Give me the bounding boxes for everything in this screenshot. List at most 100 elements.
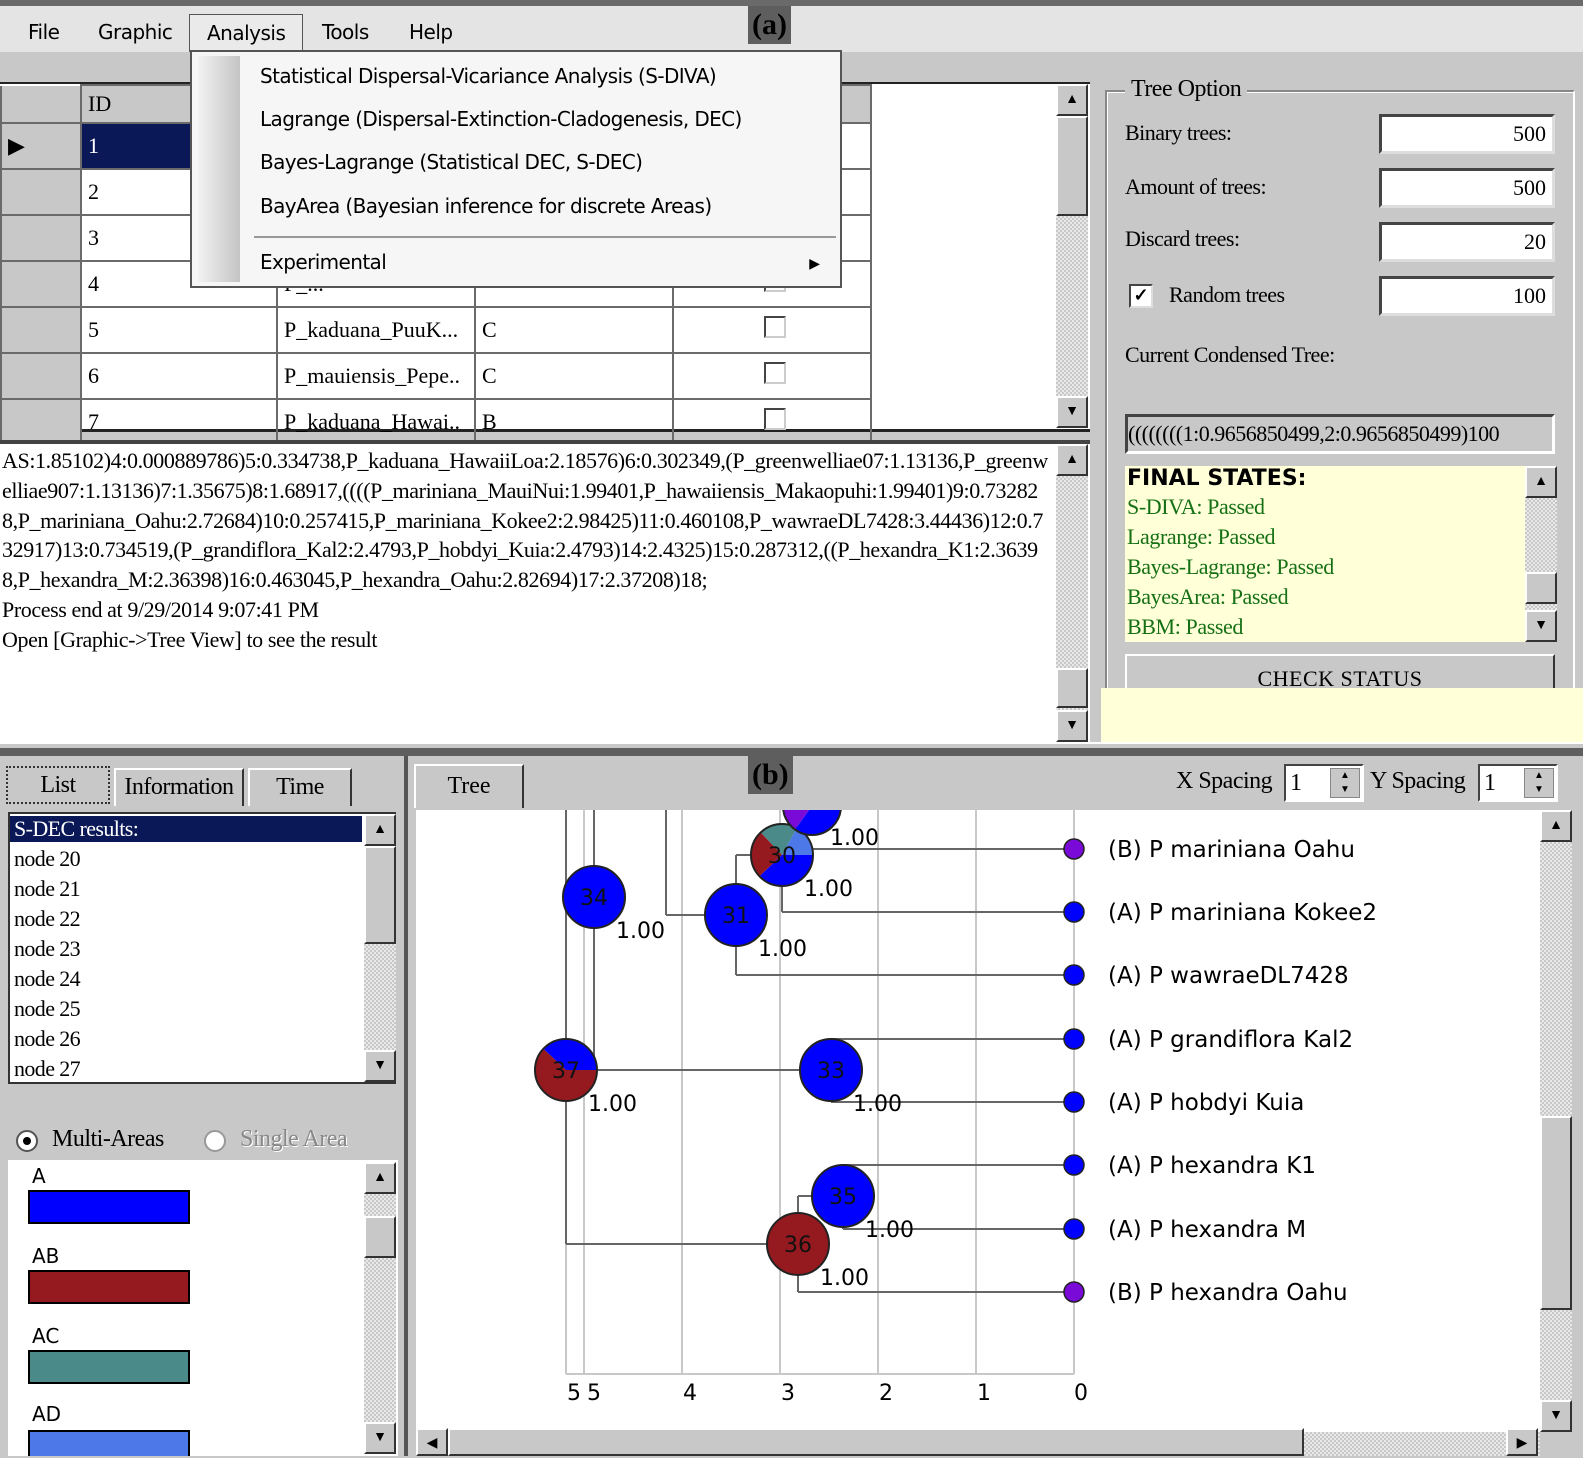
y-spacing-value[interactable]: 1 bbox=[1484, 770, 1496, 796]
table-row[interactable]: 5 P_kaduana_PuuK... C bbox=[0, 306, 872, 354]
legend-swatch[interactable] bbox=[28, 1430, 190, 1456]
scroll-thumb[interactable] bbox=[1056, 668, 1088, 708]
list-item[interactable]: node 25 bbox=[14, 996, 81, 1022]
tab-list[interactable]: List bbox=[6, 766, 110, 804]
node-id-label: 30 bbox=[768, 844, 796, 869]
scroll-down-icon[interactable]: ▼ bbox=[1056, 710, 1088, 742]
scroll-thumb[interactable] bbox=[364, 846, 396, 944]
grid-vertical-scrollbar[interactable]: ▲ ▼ bbox=[1056, 84, 1088, 428]
menu-help[interactable]: Help bbox=[409, 20, 453, 44]
menu-file[interactable]: File bbox=[28, 20, 60, 44]
legend-swatch[interactable] bbox=[28, 1190, 190, 1224]
list-item[interactable]: node 26 bbox=[14, 1026, 81, 1052]
legend-vertical-scrollbar[interactable]: ▲ ▼ bbox=[364, 1162, 396, 1454]
discard-trees-input[interactable]: 20 bbox=[1379, 222, 1555, 262]
tip-marker bbox=[1063, 1091, 1085, 1113]
list-item[interactable]: node 27 bbox=[14, 1056, 81, 1082]
cell-check[interactable] bbox=[672, 306, 872, 354]
row-checkbox[interactable] bbox=[764, 316, 786, 338]
x-spacing-value[interactable]: 1 bbox=[1290, 770, 1302, 796]
list-vertical-scrollbar[interactable]: ▲ ▼ bbox=[364, 814, 396, 1082]
list-item-header[interactable]: S-DEC results: bbox=[10, 816, 362, 842]
scroll-up-icon[interactable]: ▲ bbox=[1540, 810, 1572, 842]
scroll-down-icon[interactable]: ▼ bbox=[364, 1422, 396, 1454]
spinner-arrows-icon[interactable]: ▲ ▼ bbox=[1524, 768, 1554, 798]
tab-tree[interactable]: Tree bbox=[414, 764, 524, 808]
scroll-up-icon[interactable]: ▲ bbox=[1525, 466, 1557, 498]
single-area-radio[interactable] bbox=[204, 1130, 226, 1152]
log-vertical-scrollbar[interactable]: ▲ ▼ bbox=[1056, 444, 1088, 742]
scroll-left-icon[interactable]: ◀ bbox=[416, 1428, 448, 1456]
tree-horizontal-scrollbar[interactable]: ◀ ▶ bbox=[416, 1428, 1540, 1456]
row-checkbox[interactable] bbox=[764, 408, 786, 430]
scroll-up-icon[interactable]: ▲ bbox=[1056, 444, 1088, 476]
phylogeny-tree[interactable]: 5 5 4 3 2 1 0 30 1.00 31 1.00 33 1.00 34 1.00 35 1.00 36 1… bbox=[416, 810, 1540, 1432]
menu-item-experimental[interactable]: Experimental bbox=[260, 250, 387, 274]
list-item[interactable]: node 20 bbox=[14, 846, 81, 872]
list-item[interactable]: node 21 bbox=[14, 876, 81, 902]
list-item[interactable]: node 24 bbox=[14, 966, 81, 992]
log-open-hint: Open [Graphic->Tree View] to see the res… bbox=[2, 626, 378, 652]
cell-area[interactable]: C bbox=[474, 352, 674, 400]
cell-id[interactable]: 7 bbox=[80, 398, 278, 446]
random-trees-input[interactable]: 100 bbox=[1379, 276, 1555, 316]
tree-vertical-scrollbar[interactable]: ▲ ▼ bbox=[1540, 810, 1572, 1432]
condensed-tree-field[interactable]: ((((((((1:0.9656850499,2:0.9656850499)10… bbox=[1125, 414, 1555, 454]
scroll-up-icon[interactable]: ▲ bbox=[1056, 84, 1088, 116]
scroll-thumb[interactable] bbox=[1056, 116, 1088, 216]
cell-area[interactable]: B bbox=[474, 398, 674, 446]
x-spacing-spinner[interactable]: 1 ▲ ▼ bbox=[1284, 764, 1364, 802]
spinner-arrows-icon[interactable]: ▲ ▼ bbox=[1330, 768, 1360, 798]
row-header bbox=[0, 306, 82, 354]
row-checkbox[interactable] bbox=[764, 362, 786, 384]
menu-item-bayes-lagrange[interactable]: Bayes-Lagrange (Statistical DEC, S-DEC) bbox=[260, 150, 643, 174]
cell-name[interactable]: P_kaduana_PuuK... bbox=[276, 306, 476, 354]
cell-name[interactable]: P_mauiensis_Pepe.. bbox=[276, 352, 476, 400]
random-trees-checkbox[interactable]: ✓ bbox=[1129, 284, 1153, 308]
node-id-label: 36 bbox=[784, 1233, 812, 1258]
cell-id[interactable]: 5 bbox=[80, 306, 278, 354]
scroll-up-icon[interactable]: ▲ bbox=[364, 814, 396, 846]
tab-information[interactable]: Information bbox=[114, 768, 244, 806]
states-vertical-scrollbar[interactable]: ▲ ▼ bbox=[1525, 466, 1557, 642]
scroll-down-icon[interactable]: ▼ bbox=[1525, 610, 1557, 642]
binary-trees-label: Binary trees: bbox=[1125, 120, 1232, 145]
scroll-thumb[interactable] bbox=[364, 1216, 396, 1258]
scroll-thumb[interactable] bbox=[1540, 1116, 1572, 1310]
table-row[interactable]: 7 P_kaduana_Hawai.. B bbox=[0, 398, 872, 446]
list-item[interactable]: node 22 bbox=[14, 906, 81, 932]
row-header bbox=[0, 214, 82, 262]
log-text[interactable]: AS:1.85102)4:0.000889786)5:0.334738,P_ka… bbox=[2, 446, 1052, 655]
cell-area[interactable]: C bbox=[474, 306, 674, 354]
legend-swatch[interactable] bbox=[28, 1350, 190, 1384]
tree-canvas[interactable]: 5 5 4 3 2 1 0 30 1.00 31 1.00 33 1.00 34 1.00 35 1.00 36 1… bbox=[416, 810, 1540, 1432]
amount-of-trees-input[interactable]: 500 bbox=[1379, 168, 1555, 208]
scroll-right-icon[interactable]: ▶ bbox=[1506, 1428, 1538, 1456]
multi-areas-radio[interactable] bbox=[16, 1130, 38, 1152]
menu-bar: File Graphic Analysis Tools Help bbox=[0, 6, 1583, 56]
y-spacing-spinner[interactable]: 1 ▲ ▼ bbox=[1478, 764, 1558, 802]
scroll-down-icon[interactable]: ▼ bbox=[1540, 1400, 1572, 1432]
legend-swatch[interactable] bbox=[28, 1270, 190, 1304]
scroll-down-icon[interactable]: ▼ bbox=[364, 1050, 396, 1082]
menu-item-lagrange[interactable]: Lagrange (Dispersal-Extinction-Cladogene… bbox=[260, 107, 742, 131]
scroll-thumb[interactable] bbox=[1525, 572, 1557, 604]
results-listbox[interactable]: S-DEC results: node 20 node 21 node 22 n… bbox=[8, 812, 396, 1084]
binary-trees-input[interactable]: 500 bbox=[1379, 114, 1555, 154]
cell-id[interactable]: 6 bbox=[80, 352, 278, 400]
scroll-thumb[interactable] bbox=[448, 1428, 1304, 1456]
cell-name[interactable]: P_kaduana_Hawai.. bbox=[276, 398, 476, 446]
menu-item-bayarea[interactable]: BayArea (Bayesian inference for discrete… bbox=[260, 194, 712, 218]
cell-check[interactable] bbox=[672, 352, 872, 400]
table-row[interactable]: 6 P_mauiensis_Pepe.. C bbox=[0, 352, 872, 400]
list-item[interactable]: node 23 bbox=[14, 936, 81, 962]
cell-check[interactable] bbox=[672, 398, 872, 446]
scroll-down-icon[interactable]: ▼ bbox=[1056, 396, 1088, 428]
menu-item-s-diva[interactable]: Statistical Dispersal-Vicariance Analysi… bbox=[260, 64, 717, 88]
menu-graphic[interactable]: Graphic bbox=[98, 20, 173, 44]
node-id-label: 33 bbox=[817, 1059, 845, 1084]
scroll-up-icon[interactable]: ▲ bbox=[364, 1162, 396, 1194]
tab-time[interactable]: Time bbox=[248, 768, 352, 806]
menu-tools[interactable]: Tools bbox=[322, 20, 369, 44]
tip-label: (B) P mariniana Oahu bbox=[1108, 837, 1355, 863]
